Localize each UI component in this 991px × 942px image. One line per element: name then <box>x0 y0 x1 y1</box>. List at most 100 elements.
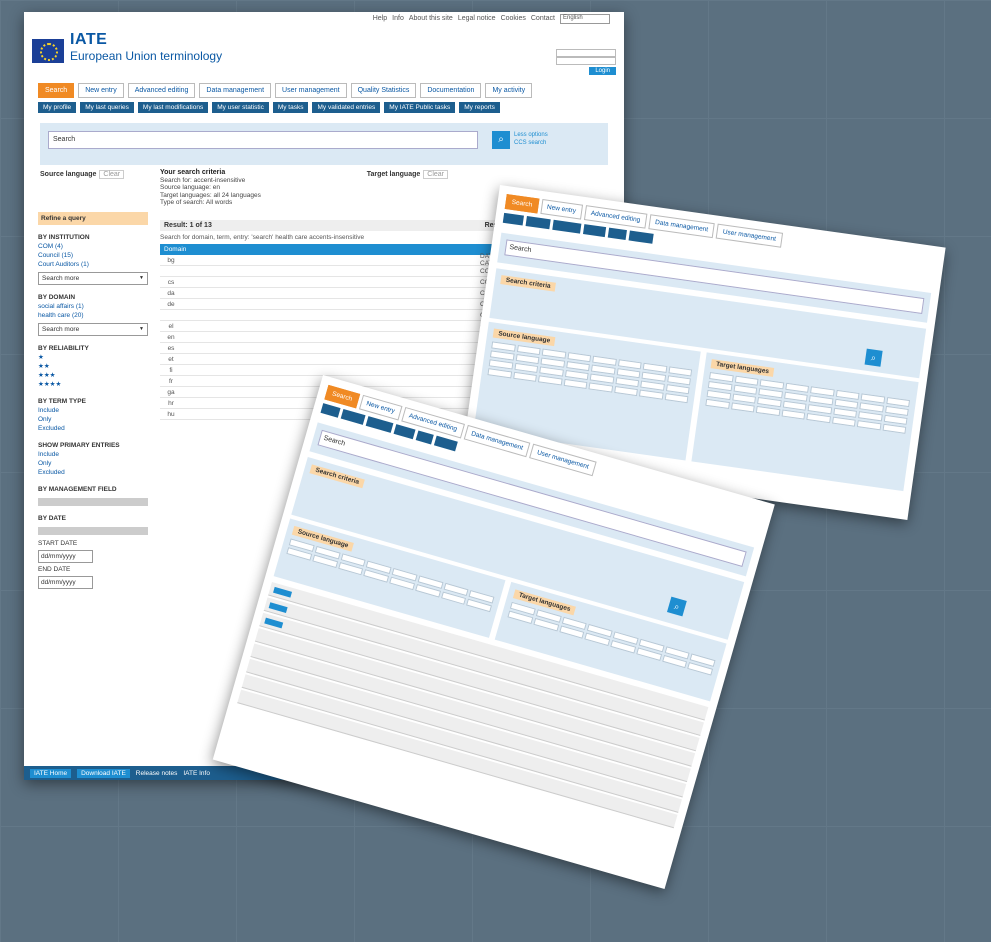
sub-button[interactable] <box>415 430 435 445</box>
table-row[interactable]: enCdT <box>160 332 510 343</box>
footer-release-link[interactable]: Release notes <box>136 770 178 777</box>
language-grid[interactable] <box>705 372 911 434</box>
info-link[interactable]: Info <box>392 15 404 22</box>
start-date-field[interactable]: dd/mm/yyyy <box>38 550 93 563</box>
filter-heading[interactable]: BY MANAGEMENT FIELD <box>38 485 148 494</box>
filter-option[interactable]: Only <box>38 459 148 468</box>
search-input[interactable]: Search <box>48 131 478 149</box>
table-row[interactable]: COM <box>160 266 510 277</box>
sub-button[interactable] <box>320 403 341 418</box>
main-nav: Search New entry Advanced editing Data m… <box>24 83 624 98</box>
results-description: Search for domain, term, entry: 'search'… <box>160 234 365 241</box>
management-field-bar[interactable] <box>38 498 148 506</box>
footer-home-link[interactable]: IATE Home <box>30 768 72 778</box>
my-tasks-button[interactable]: My tasks <box>272 102 309 113</box>
sub-button[interactable] <box>365 416 394 433</box>
language-code: hu <box>167 410 175 418</box>
tab-user-management[interactable]: User management <box>275 83 347 98</box>
tab-quality-statistics[interactable]: Quality Statistics <box>350 83 417 98</box>
filter-option[interactable]: Include <box>38 450 148 459</box>
criteria-line: Target languages: all 24 languages <box>160 191 261 199</box>
my-last-modifications-button[interactable]: My last modifications <box>137 102 209 113</box>
filter-option[interactable]: COM (4) <box>38 242 148 251</box>
language-select[interactable]: English <box>560 13 610 24</box>
table-row[interactable]: daCOM <box>160 288 510 299</box>
filter-heading: BY RELIABILITY <box>38 345 89 352</box>
legal-link[interactable]: Legal notice <box>458 15 496 22</box>
sub-button[interactable] <box>393 424 416 440</box>
panel-header: Search criteria <box>500 275 557 292</box>
date-bar[interactable] <box>38 527 148 535</box>
filter-option[interactable]: Council (15) <box>38 251 148 260</box>
filter-option[interactable]: health care (20) <box>38 311 148 320</box>
search-icon[interactable]: ⌕ <box>492 131 510 149</box>
table-row[interactable]: esCouncil <box>160 343 510 354</box>
filter-option[interactable]: Excluded <box>38 468 148 477</box>
reliability-stars[interactable]: ★ ★★ ★★★ ★★★★ <box>38 353 148 389</box>
password-field[interactable] <box>556 57 616 65</box>
my-validated-entries-button[interactable]: My validated entries <box>312 102 381 113</box>
my-public-tasks-button[interactable]: My IATE Public tasks <box>384 102 456 113</box>
source-clear-button[interactable]: Clear <box>99 170 125 179</box>
domain-bar[interactable]: Domain <box>160 244 510 255</box>
criteria-line: Type of search: All words <box>160 199 233 206</box>
sub-nav: My profile My last queries My last modif… <box>24 98 624 117</box>
target-language-label[interactable]: Target language <box>367 171 421 178</box>
my-user-statistic-button[interactable]: My user statistic <box>212 102 269 113</box>
sub-button[interactable] <box>340 408 366 425</box>
source-language-label[interactable]: Source language <box>40 171 96 178</box>
end-date-field[interactable]: dd/mm/yyyy <box>38 576 93 589</box>
tab-my-activity[interactable]: My activity <box>485 83 533 98</box>
tab-new-entry[interactable]: New entry <box>78 83 124 98</box>
table-row[interactable]: csCOM <box>160 277 510 288</box>
sub-button[interactable] <box>502 212 524 226</box>
footer-info-link[interactable]: IATE Info <box>183 770 210 777</box>
sub-button[interactable] <box>552 219 582 234</box>
filter-option[interactable]: Excluded <box>38 424 148 433</box>
filter-option[interactable]: Only <box>38 415 148 424</box>
tab-documentation[interactable]: Documentation <box>420 83 482 98</box>
less-options-link[interactable]: Less options <box>514 131 548 139</box>
sub-button[interactable] <box>628 230 655 244</box>
sub-button[interactable] <box>525 216 552 230</box>
eu-flag-icon <box>32 39 64 63</box>
contact-link[interactable]: Contact <box>531 15 555 22</box>
tab-advanced-editing[interactable]: Advanced editing <box>127 83 196 98</box>
sub-button[interactable] <box>607 227 627 240</box>
username-field[interactable] <box>556 49 616 57</box>
tab-search[interactable]: Search <box>38 83 75 98</box>
about-link[interactable]: About this site <box>409 15 453 22</box>
search-icon[interactable]: ⌕ <box>666 596 687 617</box>
filter-option[interactable]: social affairs (1) <box>38 302 148 311</box>
search-panel: Search ⌕ Less options CCS search <box>40 123 608 165</box>
target-clear-button[interactable]: Clear <box>423 170 448 179</box>
sub-button[interactable] <box>434 435 458 452</box>
search-icon[interactable]: ⌕ <box>864 348 883 367</box>
footer-download-link[interactable]: Download IATE <box>77 768 130 778</box>
table-row[interactable]: fiCOM <box>160 365 510 376</box>
help-link[interactable]: Help <box>373 15 387 22</box>
language-grid[interactable] <box>487 341 693 404</box>
search-more-select[interactable]: Search more <box>38 323 148 336</box>
end-date-label: END DATE <box>38 566 71 573</box>
table-row[interactable]: bgDATA-CAT <box>160 253 510 267</box>
my-last-queries-button[interactable]: My last queries <box>80 102 134 113</box>
sub-button[interactable] <box>583 224 606 238</box>
my-profile-button[interactable]: My profile <box>38 102 77 113</box>
search-criteria: Your search criteria Search for: accent-… <box>160 169 261 207</box>
filter-heading: BY INSTITUTION <box>38 234 90 241</box>
ccs-search-link[interactable]: CCS search <box>514 139 548 147</box>
filter-option[interactable]: Include <box>38 406 148 415</box>
cookies-link[interactable]: Cookies <box>501 15 526 22</box>
filter-heading[interactable]: BY DATE <box>38 514 148 523</box>
search-more-select[interactable]: Search more <box>38 272 148 285</box>
login-button[interactable]: Login <box>589 67 616 75</box>
table-row[interactable]: COM <box>160 310 510 321</box>
tab-data-management[interactable]: Data management <box>199 83 272 98</box>
my-reports-button[interactable]: My reports <box>459 102 500 113</box>
filter-option[interactable]: Court Auditors (1) <box>38 260 148 269</box>
table-row[interactable]: etCOM <box>160 354 510 365</box>
table-row[interactable]: deCdT <box>160 299 510 310</box>
table-row[interactable]: elCOM <box>160 321 510 332</box>
criteria-line: Search for: accent-insensitive <box>160 176 246 184</box>
